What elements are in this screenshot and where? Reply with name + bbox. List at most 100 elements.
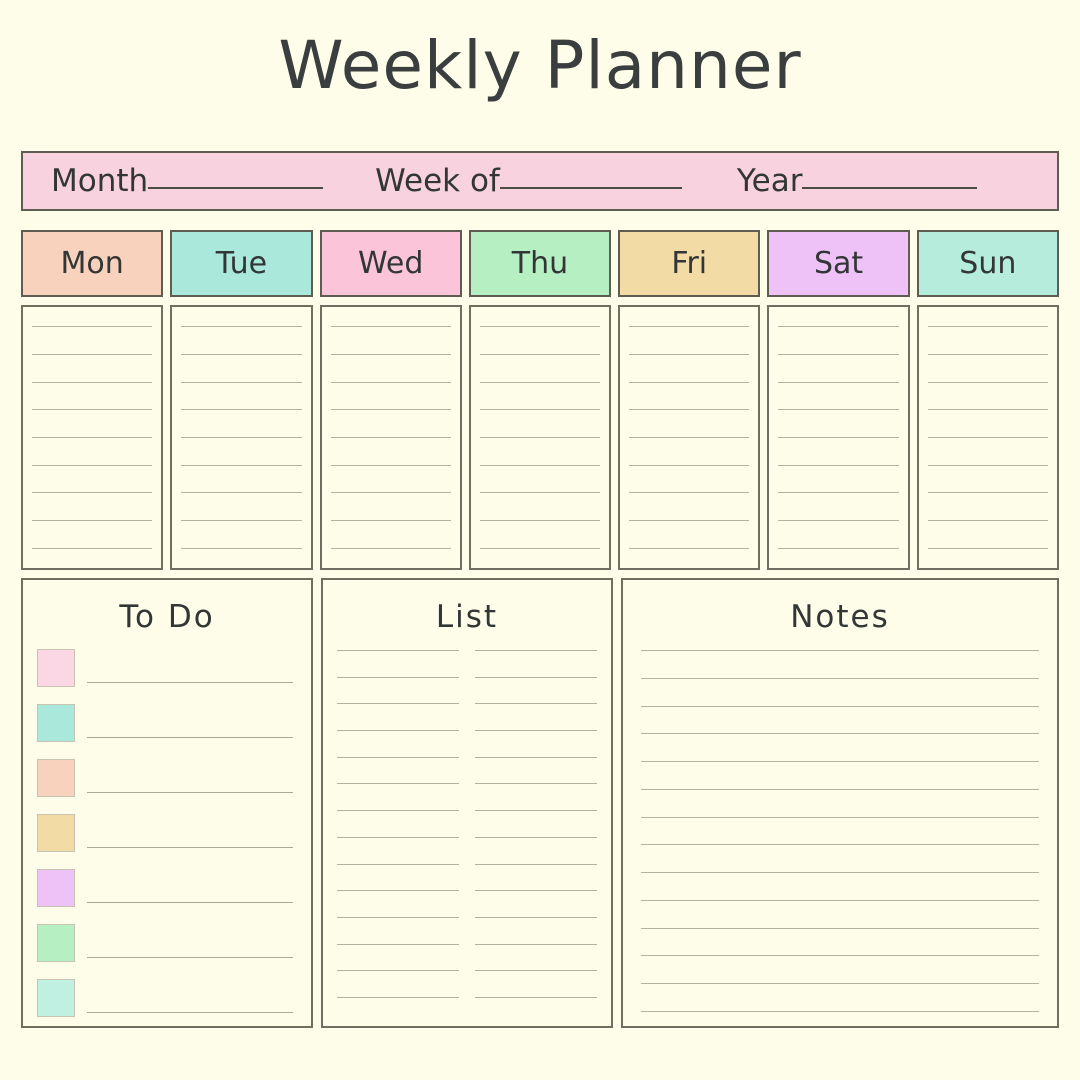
list-rule-line[interactable] xyxy=(337,836,459,838)
day-rule-line[interactable] xyxy=(32,436,153,438)
day-rule-line[interactable] xyxy=(181,519,302,521)
notes-line-area[interactable] xyxy=(623,644,1057,1018)
list-rule-line[interactable] xyxy=(337,756,459,758)
day-rule-line[interactable] xyxy=(778,547,899,549)
list-rule-line[interactable] xyxy=(337,676,459,678)
day-header-sun[interactable]: Sun xyxy=(916,230,1059,297)
list-rule-line[interactable] xyxy=(475,970,597,972)
list-rule-line[interactable] xyxy=(337,783,459,785)
day-column-fri[interactable] xyxy=(618,305,761,570)
day-rule-line[interactable] xyxy=(927,409,1048,411)
todo-write-line[interactable] xyxy=(87,682,293,683)
day-rule-line[interactable] xyxy=(479,492,601,494)
list-rule-line[interactable] xyxy=(337,890,459,892)
todo-checkbox[interactable] xyxy=(37,869,75,907)
day-rule-line[interactable] xyxy=(479,547,601,549)
year-field[interactable]: Year xyxy=(737,164,978,198)
todo-write-line[interactable] xyxy=(87,1012,293,1013)
notes-rule-line[interactable] xyxy=(641,872,1039,874)
list-rule-line[interactable] xyxy=(337,943,459,945)
day-rule-line[interactable] xyxy=(181,381,302,383)
day-rule-line[interactable] xyxy=(330,436,451,438)
day-rule-line[interactable] xyxy=(330,326,451,328)
notes-rule-line[interactable] xyxy=(641,816,1039,818)
month-input-rule[interactable] xyxy=(148,186,324,189)
list-rule-line[interactable] xyxy=(475,863,597,865)
day-header-tue[interactable]: Tue xyxy=(170,230,313,297)
notes-rule-line[interactable] xyxy=(641,677,1039,679)
todo-checkbox[interactable] xyxy=(37,814,75,852)
day-rule-line[interactable] xyxy=(330,547,451,549)
todo-checkbox[interactable] xyxy=(37,924,75,962)
day-rule-line[interactable] xyxy=(32,464,153,466)
day-rule-line[interactable] xyxy=(181,409,302,411)
todo-write-line[interactable] xyxy=(87,737,293,738)
todo-item[interactable] xyxy=(37,813,293,852)
day-rule-line[interactable] xyxy=(629,519,750,521)
day-rule-line[interactable] xyxy=(181,547,302,549)
list-column-right[interactable] xyxy=(475,644,597,1004)
day-rule-line[interactable] xyxy=(927,547,1048,549)
day-rule-line[interactable] xyxy=(479,326,601,328)
day-rule-line[interactable] xyxy=(32,492,153,494)
list-rule-line[interactable] xyxy=(475,836,597,838)
day-column-mon[interactable] xyxy=(21,305,164,570)
todo-write-line[interactable] xyxy=(87,847,293,848)
list-rule-line[interactable] xyxy=(475,730,597,732)
day-rule-line[interactable] xyxy=(629,436,750,438)
todo-checkbox[interactable] xyxy=(37,649,75,687)
day-rule-line[interactable] xyxy=(778,519,899,521)
week-of-input-rule[interactable] xyxy=(499,186,682,189)
todo-write-line[interactable] xyxy=(87,957,293,958)
day-rule-line[interactable] xyxy=(778,381,899,383)
list-rule-line[interactable] xyxy=(337,810,459,812)
day-rule-line[interactable] xyxy=(927,519,1048,521)
day-header-wed[interactable]: Wed xyxy=(319,230,462,297)
list-rule-line[interactable] xyxy=(475,943,597,945)
todo-checkbox[interactable] xyxy=(37,759,75,797)
notes-rule-line[interactable] xyxy=(641,955,1039,957)
day-rule-line[interactable] xyxy=(629,409,750,411)
list-rule-line[interactable] xyxy=(337,970,459,972)
day-rule-line[interactable] xyxy=(330,381,451,383)
day-header-mon[interactable]: Mon xyxy=(21,230,164,297)
day-rule-line[interactable] xyxy=(629,492,750,494)
list-rule-line[interactable] xyxy=(337,703,459,705)
day-rule-line[interactable] xyxy=(927,492,1048,494)
day-column-sat[interactable] xyxy=(767,305,910,570)
list-rule-line[interactable] xyxy=(475,996,597,998)
day-header-sat[interactable]: Sat xyxy=(767,230,910,297)
day-rule-line[interactable] xyxy=(330,409,451,411)
list-rule-line[interactable] xyxy=(475,783,597,785)
day-rule-line[interactable] xyxy=(778,409,899,411)
day-header-fri[interactable]: Fri xyxy=(618,230,761,297)
day-rule-line[interactable] xyxy=(927,464,1048,466)
day-rule-line[interactable] xyxy=(629,464,750,466)
day-rule-line[interactable] xyxy=(181,353,302,355)
todo-checkbox[interactable] xyxy=(37,704,75,742)
list-rule-line[interactable] xyxy=(337,996,459,998)
notes-rule-line[interactable] xyxy=(641,927,1039,929)
day-rule-line[interactable] xyxy=(479,409,601,411)
list-rule-line[interactable] xyxy=(337,863,459,865)
day-rule-line[interactable] xyxy=(181,436,302,438)
day-rule-line[interactable] xyxy=(778,353,899,355)
list-rule-line[interactable] xyxy=(337,650,459,651)
day-column-thu[interactable] xyxy=(468,305,612,570)
day-rule-line[interactable] xyxy=(330,353,451,355)
day-rule-line[interactable] xyxy=(927,326,1048,328)
day-rule-line[interactable] xyxy=(778,326,899,328)
day-rule-line[interactable] xyxy=(181,464,302,466)
todo-item[interactable] xyxy=(37,703,293,742)
day-rule-line[interactable] xyxy=(778,492,899,494)
list-rule-line[interactable] xyxy=(337,730,459,732)
notes-rule-line[interactable] xyxy=(641,733,1039,735)
day-rule-line[interactable] xyxy=(479,353,601,355)
todo-item[interactable] xyxy=(37,923,293,962)
day-rule-line[interactable] xyxy=(778,436,899,438)
day-rule-line[interactable] xyxy=(629,353,750,355)
todo-item[interactable] xyxy=(37,868,293,907)
year-input-rule[interactable] xyxy=(802,186,978,189)
todo-item[interactable] xyxy=(37,648,293,687)
list-column-left[interactable] xyxy=(337,644,459,1004)
